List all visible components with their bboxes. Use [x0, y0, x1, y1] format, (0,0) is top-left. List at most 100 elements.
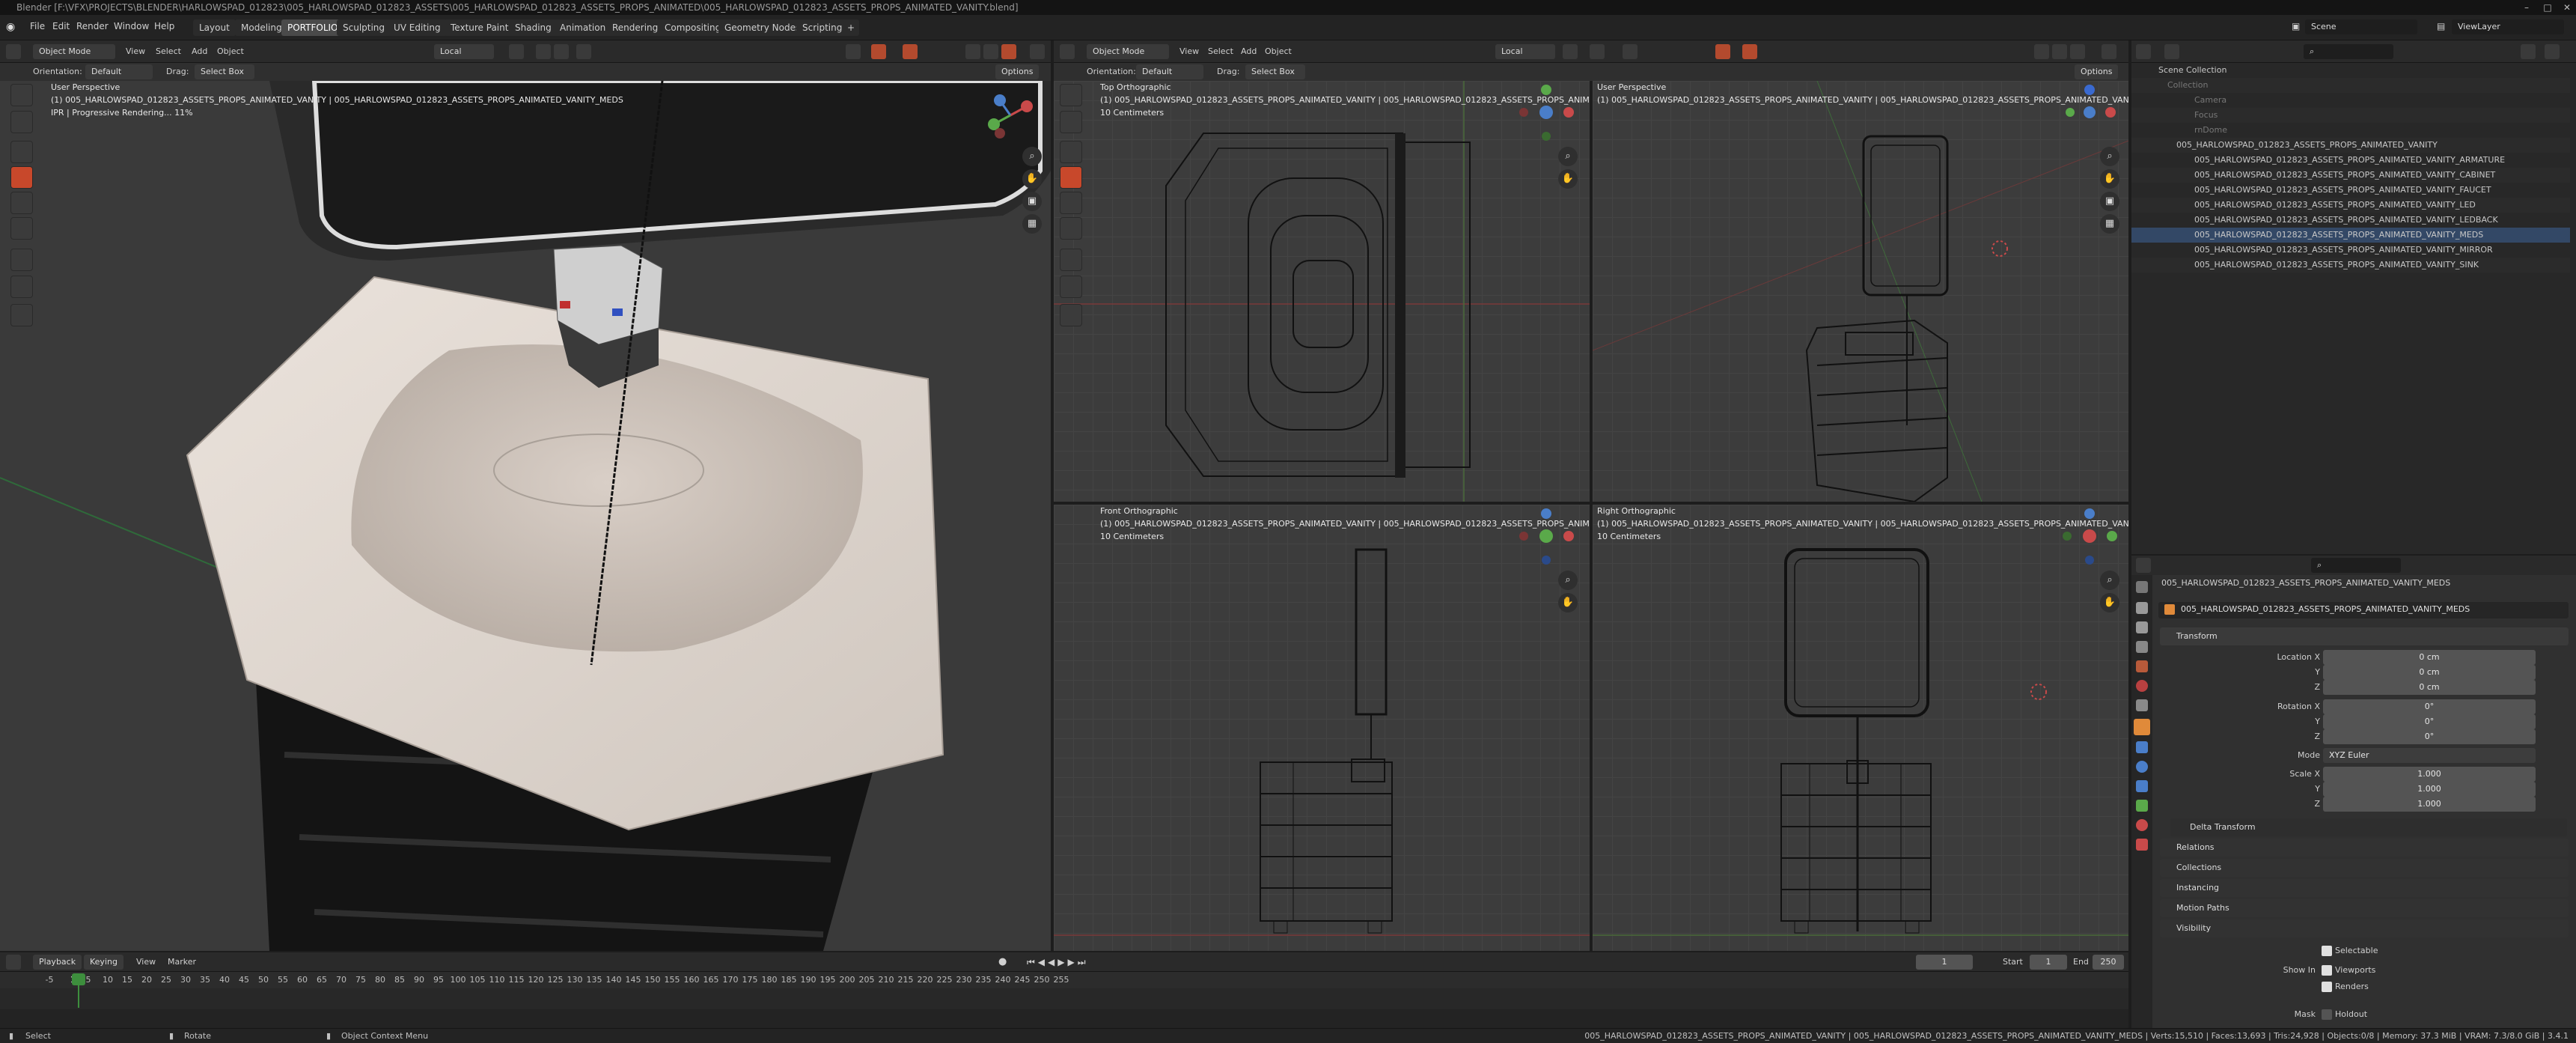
shading-solid-icon[interactable] [965, 44, 980, 59]
rotate-tool-icon[interactable] [10, 166, 33, 189]
world-tab-icon[interactable] [2136, 680, 2148, 692]
add-cube-tool-icon[interactable] [1060, 304, 1082, 326]
collections-panel[interactable]: Collections [2160, 859, 2569, 877]
motion-paths-panel[interactable]: Motion Paths [2160, 899, 2569, 917]
menu-select[interactable]: Select [1208, 44, 1233, 59]
editor-type-icon[interactable] [1060, 44, 1075, 59]
snap-icon[interactable] [1590, 44, 1605, 59]
cursor-tool-icon[interactable] [10, 111, 33, 133]
cursor-tool-icon[interactable] [1060, 111, 1082, 133]
navigation-gizmo[interactable] [2060, 82, 2119, 142]
proportional-icon[interactable] [1623, 44, 1638, 59]
transform-panel-header[interactable]: Transform [2160, 627, 2569, 645]
object-tab-icon[interactable] [2134, 719, 2150, 735]
menu-view[interactable]: View [136, 955, 156, 970]
zoom-icon[interactable]: ⌕ [1022, 147, 1042, 166]
pause-render-icon[interactable] [1030, 44, 1045, 59]
location-y-field[interactable]: 0 cm [2323, 665, 2536, 680]
tab-modeling[interactable]: Modeling [235, 19, 288, 36]
editor-type-icon[interactable] [2136, 558, 2151, 573]
editor-type-icon[interactable] [6, 44, 21, 59]
texture-tab-icon[interactable] [2136, 839, 2148, 851]
delta-transform-panel[interactable]: Delta Transform [2170, 818, 2567, 836]
pause-render-icon[interactable] [2102, 44, 2116, 59]
pan-hand-icon[interactable]: ✋ [2100, 593, 2119, 612]
menu-file[interactable]: File [30, 21, 45, 31]
zoom-icon[interactable]: ⌕ [1558, 147, 1578, 166]
add-cube-tool-icon[interactable] [10, 304, 33, 326]
transform-space-dropdown[interactable]: Local [434, 44, 494, 59]
playback-dropdown[interactable]: Playback [33, 955, 82, 970]
maximize-icon[interactable]: □ [2537, 0, 2558, 15]
tab-compositing[interactable]: Compositing [659, 19, 727, 36]
close-icon[interactable]: ✕ [2557, 0, 2576, 15]
outliner-row-faucet[interactable]: 005_HARLOWSPAD_012823_ASSETS_PROPS_ANIMA… [2131, 183, 2570, 198]
snap-icon[interactable] [536, 44, 551, 59]
shading-solid-icon[interactable] [2034, 44, 2049, 59]
scale-x-field[interactable]: 1.000 [2323, 767, 2536, 782]
visibility-panel[interactable]: Visibility [2160, 919, 2569, 937]
outliner-row-armature[interactable]: 005_HARLOWSPAD_012823_ASSETS_PROPS_ANIMA… [2131, 153, 2570, 168]
menu-view[interactable]: View [1179, 44, 1199, 59]
transform-tool-icon[interactable] [10, 217, 33, 240]
tab-sculpting[interactable]: Sculpting [337, 19, 391, 36]
tab-portfolio[interactable]: PORTFOLIO [281, 19, 344, 36]
minimize-icon[interactable]: – [2516, 0, 2537, 15]
new-collection-icon[interactable] [2545, 44, 2560, 59]
menu-marker[interactable]: Marker [168, 955, 196, 970]
holdout-checkbox[interactable] [2322, 1009, 2332, 1020]
xray-icon[interactable] [1742, 44, 1757, 59]
rotation-z-field[interactable]: 0° [2323, 729, 2536, 744]
rotation-mode-dropdown[interactable]: XYZ Euler [2323, 748, 2536, 763]
transform-space-dropdown[interactable]: Local [1495, 44, 1555, 59]
drag-dropdown[interactable]: Select Box [1245, 64, 1305, 79]
options-dropdown[interactable]: Options [995, 64, 1040, 79]
tab-texture-paint[interactable]: Texture Paint [445, 19, 515, 36]
location-x-field[interactable]: 0 cm [2323, 650, 2536, 665]
physics-tab-icon[interactable] [2136, 780, 2148, 792]
tab-rendering[interactable]: Rendering [606, 19, 665, 36]
properties-search-input[interactable]: ⌕ [2311, 558, 2401, 573]
outliner-row-ledback[interactable]: 005_HARLOWSPAD_012823_ASSETS_PROPS_ANIMA… [2131, 213, 2570, 228]
transform-tool-icon[interactable] [1060, 217, 1082, 240]
right-ortho-viewport[interactable]: Right Orthographic (1) 005_HARLOWSPAD_01… [1593, 505, 2128, 951]
shading-rendered-icon[interactable] [2070, 44, 2085, 59]
outliner-search-input[interactable]: ⌕ [2304, 44, 2393, 59]
select-tool-icon[interactable] [1060, 84, 1082, 106]
zoom-icon[interactable]: ⌕ [1558, 571, 1578, 590]
menu-window[interactable]: Window [114, 21, 149, 31]
zoom-icon[interactable]: ⌕ [2100, 571, 2119, 590]
menu-select[interactable]: Select [156, 44, 181, 59]
orientation-dropdown[interactable]: Default [1136, 64, 1203, 79]
tab-geometry-nodes[interactable]: Geometry Nodes [718, 19, 807, 36]
move-tool-icon[interactable] [10, 141, 33, 163]
view-layer-selector[interactable]: ViewLayer [2452, 19, 2564, 34]
keying-dropdown[interactable]: Keying [84, 955, 123, 970]
outliner-row-led[interactable]: 005_HARLOWSPAD_012823_ASSETS_PROPS_ANIMA… [2131, 198, 2570, 213]
viewports-checkbox[interactable] [2322, 965, 2332, 976]
outliner-row-mirror[interactable]: 005_HARLOWSPAD_012823_ASSETS_PROPS_ANIMA… [2131, 243, 2570, 258]
collection-tab-icon[interactable] [2136, 699, 2148, 711]
annotate-tool-icon[interactable] [10, 249, 33, 271]
filter-icon[interactable] [2521, 44, 2536, 59]
object-name-field[interactable]: 005_HARLOWSPAD_012823_ASSETS_PROPS_ANIMA… [2158, 602, 2569, 618]
scale-tool-icon[interactable] [10, 192, 33, 214]
navigation-gizmo[interactable] [980, 85, 1040, 145]
editor-type-icon[interactable] [2136, 44, 2151, 59]
menu-add[interactable]: Add [192, 44, 207, 59]
view-layer-tab-icon[interactable] [2136, 641, 2148, 653]
data-tab-icon[interactable] [2136, 800, 2148, 812]
zoom-icon[interactable]: ⌕ [2100, 147, 2119, 166]
output-tab-icon[interactable] [2136, 621, 2148, 633]
renders-checkbox[interactable] [2322, 982, 2332, 992]
render-tab-icon[interactable] [2136, 602, 2148, 614]
outliner-row-collection[interactable]: Collection [2131, 78, 2570, 93]
rotation-x-field[interactable]: 0° [2323, 699, 2536, 714]
editor-type-icon[interactable] [6, 955, 21, 970]
material-tab-icon[interactable] [2136, 819, 2148, 831]
move-tool-icon[interactable] [1060, 141, 1082, 163]
tool-tab-icon[interactable] [2136, 581, 2148, 593]
instancing-panel[interactable]: Instancing [2160, 879, 2569, 897]
start-frame-field[interactable]: 1 [2030, 955, 2067, 970]
annotate-tool-icon[interactable] [1060, 249, 1082, 271]
